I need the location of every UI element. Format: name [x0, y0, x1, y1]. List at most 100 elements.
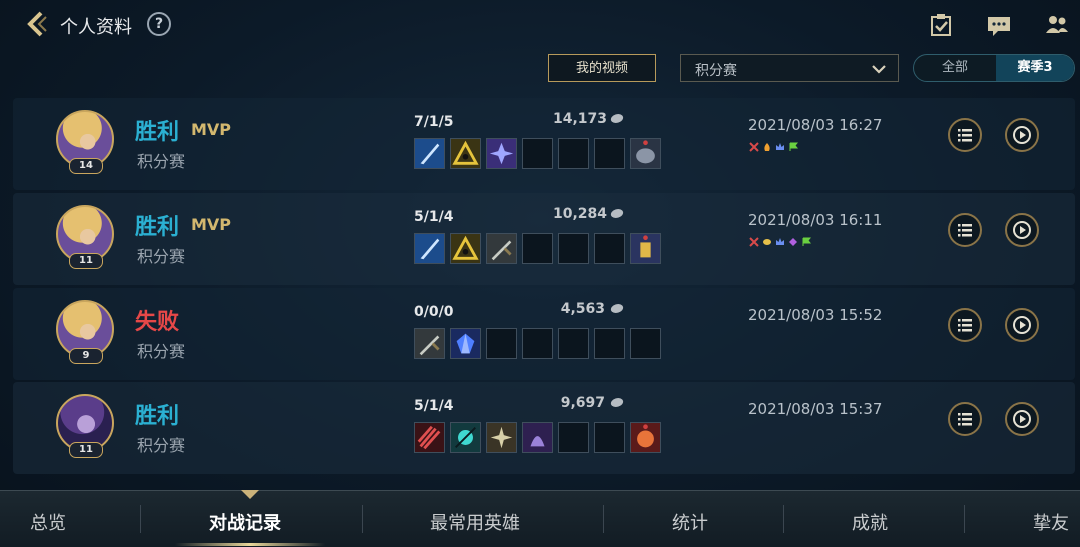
help-icon[interactable]: ? — [147, 12, 171, 36]
achievement-badges — [749, 142, 801, 155]
friends-icon[interactable] — [1044, 12, 1070, 38]
divider — [362, 505, 363, 533]
crown-badge-icon — [776, 238, 784, 245]
tab-statistics[interactable]: 统计 — [672, 509, 708, 535]
match-row[interactable]: 11 胜利 MVP 积分赛 5/1/4 10,284 2021/08/03 16:11 — [13, 193, 1075, 285]
sword-badge-icon — [749, 142, 759, 152]
match-result: 胜利 — [135, 215, 180, 240]
empty-item-slot — [522, 233, 553, 264]
red-ward-icon — [630, 422, 661, 453]
match-result: 失败 — [135, 310, 180, 335]
bottom-nav: 总览 对战记录 最常用英雄 统计 成就 挚友 — [0, 490, 1080, 547]
empty-item-slot — [594, 422, 625, 453]
flag-badge-icon — [802, 237, 812, 246]
divider — [140, 505, 141, 533]
match-replay-button[interactable] — [1005, 402, 1039, 436]
kda-value: 7/1/5 — [414, 114, 454, 130]
checklist-icon[interactable] — [928, 12, 954, 38]
long-sword-icon — [414, 328, 445, 359]
match-details-button[interactable] — [948, 118, 982, 152]
blue-blade-icon — [414, 138, 445, 169]
long-sword-icon — [486, 233, 517, 264]
gold-value: 9,697 — [560, 395, 605, 411]
match-mode: 积分赛 — [137, 436, 186, 455]
kda-value: 0/0/0 — [414, 304, 454, 320]
my-videos-button[interactable]: 我的视频 — [548, 54, 656, 82]
mvp-badge: MVP — [191, 120, 232, 139]
match-replay-button[interactable] — [1005, 213, 1039, 247]
match-replay-button[interactable] — [1005, 308, 1039, 342]
match-details-button[interactable] — [948, 213, 982, 247]
empty-item-slot — [522, 138, 553, 169]
empty-item-slot — [558, 138, 589, 169]
tab-best-friends[interactable]: 挚友 — [1033, 509, 1069, 535]
gold-triangle-icon — [450, 138, 481, 169]
empty-item-slot — [486, 328, 517, 359]
gold-value: 14,173 — [553, 111, 608, 127]
hero-level-badge: 11 — [69, 442, 103, 458]
match-datetime: 2021/08/03 15:37 — [748, 400, 883, 418]
sword-badge-icon — [749, 237, 759, 247]
coin-icon — [609, 304, 625, 313]
empty-item-slot — [594, 328, 625, 359]
list-icon — [958, 413, 972, 426]
flag-badge-icon — [789, 142, 799, 151]
empty-item-slot — [522, 328, 553, 359]
divider — [783, 505, 784, 533]
gem-badge-icon — [789, 238, 797, 246]
gold-ward-icon — [630, 233, 661, 264]
list-icon — [958, 129, 972, 142]
achievement-badges — [749, 237, 814, 250]
mode-select[interactable]: 积分赛 — [680, 54, 899, 82]
match-datetime: 2021/08/03 16:11 — [748, 211, 883, 229]
segment-season3[interactable]: 赛季3 — [996, 55, 1074, 81]
star-dagger-icon — [486, 422, 517, 453]
match-details-button[interactable] — [948, 308, 982, 342]
kda-value: 5/1/4 — [414, 209, 454, 225]
match-replay-button[interactable] — [1005, 118, 1039, 152]
season-toggle[interactable]: 全部 赛季3 — [913, 54, 1075, 82]
blue-blade-icon — [414, 233, 445, 264]
match-row[interactable]: 11 胜利 积分赛 5/1/4 9,697 2021/08/03 15:37 — [13, 382, 1075, 474]
fire-badge-icon — [764, 143, 770, 151]
match-row[interactable]: 14 胜利 MVP 积分赛 7/1/5 14,173 2021/08/03 16:27 — [13, 98, 1075, 190]
tab-achievements[interactable]: 成就 — [852, 509, 888, 535]
mvp-badge: MVP — [191, 215, 232, 234]
kda-value: 5/1/4 — [414, 398, 454, 414]
purple-shuriken-icon — [486, 138, 517, 169]
match-datetime: 2021/08/03 15:52 — [748, 306, 883, 324]
replay-icon — [1013, 221, 1031, 239]
chat-icon[interactable] — [986, 12, 1012, 38]
divider — [603, 505, 604, 533]
coin-icon — [609, 114, 625, 123]
match-details-button[interactable] — [948, 402, 982, 436]
back-arrow-icon[interactable] — [22, 9, 52, 39]
teal-orb-icon — [450, 422, 481, 453]
hero-level-badge: 11 — [69, 253, 103, 269]
replay-icon — [1013, 410, 1031, 428]
tab-most-used-heroes[interactable]: 最常用英雄 — [430, 509, 520, 535]
hero-level-badge: 9 — [69, 348, 103, 364]
page-title: 个人资料 — [60, 17, 132, 38]
empty-item-slot — [558, 422, 589, 453]
gold-triangle-icon — [450, 233, 481, 264]
divider — [964, 505, 965, 533]
tab-overview[interactable]: 总览 — [30, 509, 66, 535]
match-row[interactable]: 9 失败 积分赛 0/0/0 4,563 2021/08/03 15:52 — [13, 288, 1075, 380]
empty-item-slot — [594, 233, 625, 264]
gold-value: 4,563 — [560, 301, 605, 317]
blue-crystal-icon — [450, 328, 481, 359]
match-datetime: 2021/08/03 16:27 — [748, 116, 883, 134]
segment-all[interactable]: 全部 — [914, 55, 996, 81]
tab-match-history[interactable]: 对战记录 — [209, 509, 281, 535]
replay-icon — [1013, 316, 1031, 334]
empty-item-slot — [594, 138, 625, 169]
chevron-down-icon — [872, 65, 886, 74]
coin-badge-icon — [763, 239, 771, 245]
empty-item-slot — [558, 233, 589, 264]
crown-badge-icon — [776, 143, 784, 150]
match-mode: 积分赛 — [137, 247, 186, 266]
hero-level-badge: 14 — [69, 158, 103, 174]
gold-value: 10,284 — [553, 206, 608, 222]
coin-icon — [609, 398, 625, 407]
